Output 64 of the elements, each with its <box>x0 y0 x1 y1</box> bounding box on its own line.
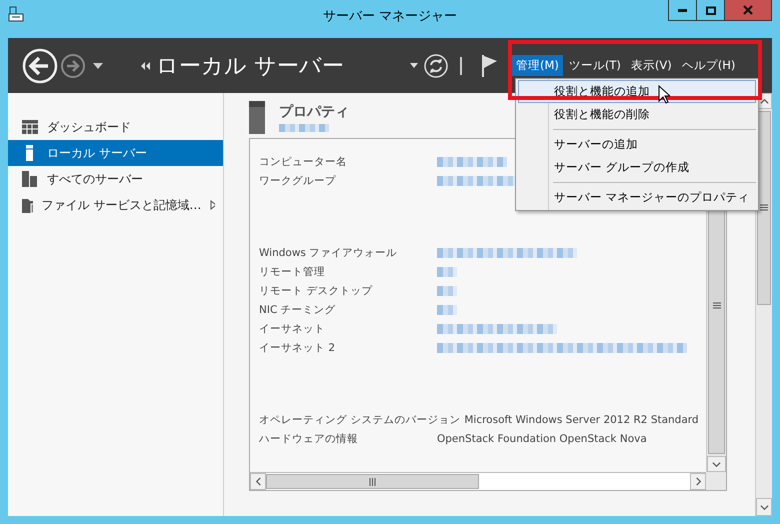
nav-item[interactable]: ファイル サービスと記憶域… <box>8 192 223 218</box>
scroll-right-button[interactable] <box>690 473 706 490</box>
section-title: プロパティ <box>279 103 349 121</box>
dropdown-item[interactable]: サーバーの追加 <box>518 133 756 156</box>
grid-icon <box>22 120 38 134</box>
dropdown-caret-icon[interactable] <box>93 62 103 68</box>
property-label: Windows ファイアウォール <box>259 246 398 260</box>
nav-item[interactable]: すべてのサーバー <box>8 166 223 192</box>
page-title: ローカル サーバー <box>156 52 344 80</box>
scrollbar-corner <box>706 472 726 490</box>
chevron-down-icon <box>760 502 768 512</box>
property-label: イーサネット <box>259 322 326 336</box>
property-label: イーサネット 2 <box>259 340 336 354</box>
scroll-down-button[interactable] <box>707 456 726 472</box>
mouse-cursor-icon <box>658 85 670 104</box>
forward-button[interactable] <box>60 52 86 78</box>
back-button[interactable] <box>22 48 58 84</box>
chevron-left-icon <box>254 477 262 486</box>
scrollbar-thumb[interactable] <box>757 111 771 304</box>
horizontal-scrollbar[interactable] <box>250 472 706 490</box>
grip-icon <box>712 302 720 309</box>
nav-item[interactable]: ローカル サーバー <box>8 140 223 166</box>
menu-item[interactable]: 管理(M) <box>512 55 563 76</box>
folder-server-icon <box>22 197 33 213</box>
scroll-down-button[interactable] <box>756 498 772 516</box>
dropdown-item[interactable]: 役割と機能の削除 <box>518 103 756 126</box>
menu-item[interactable]: ツール(T) <box>564 55 625 76</box>
maximize-icon <box>706 6 716 14</box>
dropdown-item[interactable]: サーバー マネージャーのプロパティ <box>518 186 756 209</box>
expand-arrow-icon[interactable] <box>210 200 215 210</box>
menu-item[interactable]: 表示(V) <box>626 55 676 76</box>
menu-item[interactable]: ヘルプ(H) <box>678 55 740 76</box>
flag-icon[interactable] <box>482 54 498 76</box>
property-value: OpenStack Foundation OpenStack Nova <box>437 432 647 444</box>
property-label: リモート デスクトップ <box>259 284 374 298</box>
property-label: ハードウェアの情報 <box>259 432 359 446</box>
minimize-button[interactable] <box>668 0 697 21</box>
chevron-up-icon <box>760 96 768 106</box>
refresh-button[interactable] <box>424 54 448 78</box>
app-icon <box>8 6 24 22</box>
close-icon <box>743 5 753 15</box>
server-icon <box>249 101 265 134</box>
property-label: コンピューター名 <box>259 154 348 168</box>
grip-icon <box>369 478 376 486</box>
property-label: ワークグループ <box>259 174 337 188</box>
dropdown-caret-icon[interactable] <box>410 63 418 68</box>
property-label: リモート管理 <box>259 264 326 278</box>
chevron-right-icon <box>694 477 702 486</box>
dropdown-item[interactable]: サーバー グループの作成 <box>518 156 756 179</box>
property-value: Microsoft Windows Server 2012 R2 Standard <box>464 414 699 426</box>
close-button[interactable] <box>725 0 772 21</box>
property-label: オペレーティング システムのバージョン <box>259 412 462 426</box>
property-label: NIC チーミング <box>259 302 337 316</box>
vertical-scrollbar[interactable] <box>755 93 772 516</box>
servers-icon <box>22 171 38 187</box>
scrollbar-thumb[interactable] <box>266 474 479 489</box>
grip-icon <box>760 204 768 212</box>
toolbar-separator <box>460 56 462 74</box>
nav-item[interactable]: ダッシュボード <box>8 114 223 140</box>
double-chevron-icon <box>140 62 150 70</box>
window-title: サーバー マネージャー <box>322 8 458 25</box>
minimize-icon <box>678 8 687 12</box>
scroll-left-button[interactable] <box>250 473 266 490</box>
chevron-down-icon <box>712 460 721 468</box>
